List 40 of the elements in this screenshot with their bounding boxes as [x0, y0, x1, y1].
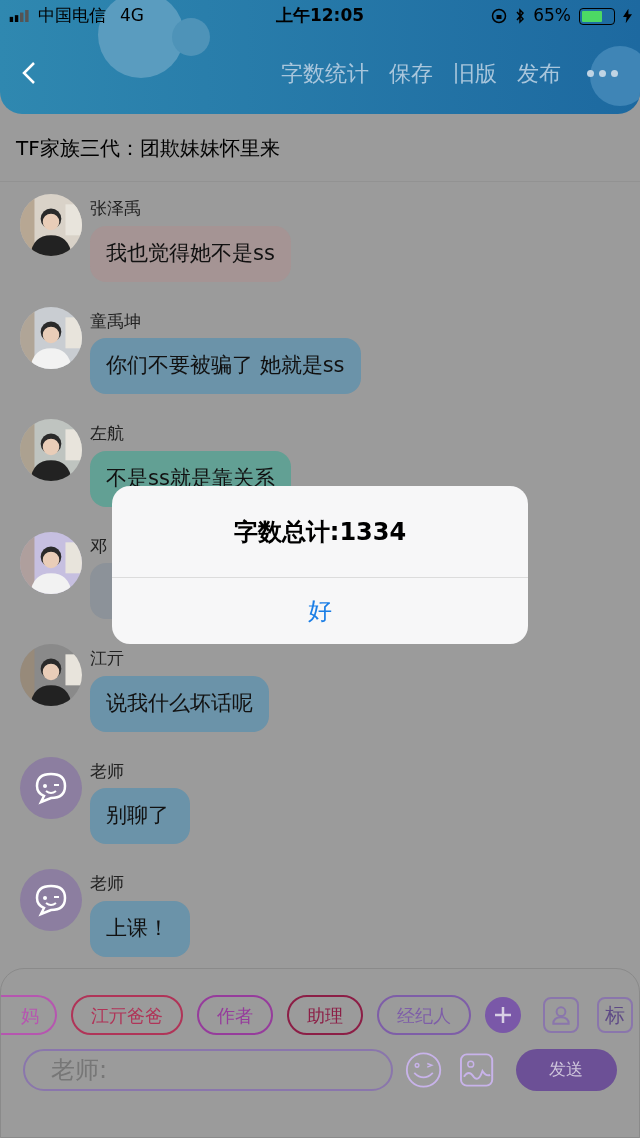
time-text: 上午12:05	[275, 4, 365, 28]
battery-text: 65%	[533, 4, 571, 28]
bluetooth-icon	[515, 8, 526, 24]
sender-name: 老师	[90, 759, 125, 783]
alert-message: 字数总计:1334	[233, 516, 407, 548]
plus-icon	[493, 1005, 513, 1025]
add-button[interactable]	[485, 997, 521, 1033]
role-chip[interactable]: 江亓爸爸	[71, 995, 183, 1035]
role-chip[interactable]: 作者	[197, 995, 273, 1035]
nav-action[interactable]: 发布	[517, 56, 561, 90]
person-icon	[550, 1004, 572, 1026]
sender-name: 邓	[90, 534, 108, 558]
message-bubble: 你们不要被骗了 她就是ss	[90, 338, 361, 394]
sender-name: 左航	[90, 422, 125, 445]
sender-name: 江亓	[90, 647, 125, 670]
more-button[interactable]	[587, 69, 618, 77]
message-bubble: 说我什么坏话呢	[90, 675, 269, 732]
sender-name: 张泽禹	[90, 197, 142, 220]
nav-action[interactable]: 旧版	[453, 56, 497, 90]
sender-name: 老师	[90, 872, 125, 895]
role-chip[interactable]: 经纪人	[377, 995, 471, 1035]
role-chip[interactable]: 助理	[287, 995, 363, 1035]
nav-action[interactable]: 保存	[389, 56, 433, 90]
signal-icon	[8, 10, 32, 22]
mark-button[interactable]: 标	[597, 997, 633, 1033]
message-bubble: 我也觉得她不是ss	[90, 225, 291, 282]
ok-button[interactable]: 好	[112, 578, 528, 644]
nav-action[interactable]: 字数统计	[281, 56, 369, 90]
message-bubble: 上课！	[90, 900, 190, 957]
role-chip[interactable]: 妈	[1, 995, 57, 1035]
message-bubble: 别聊了	[90, 788, 190, 844]
carrier-text: 中国电信	[38, 4, 106, 28]
battery-icon	[579, 7, 615, 25]
story-title: TF家族三代：团欺妹妹怀里来	[16, 134, 280, 162]
charging-icon	[623, 8, 632, 24]
network-text: 4G	[120, 4, 144, 28]
rotation-lock-icon	[491, 8, 508, 24]
chevron-left-icon	[22, 60, 36, 86]
send-button[interactable]: 发送	[515, 1049, 617, 1091]
sender-name: 童禹坤	[90, 309, 142, 333]
